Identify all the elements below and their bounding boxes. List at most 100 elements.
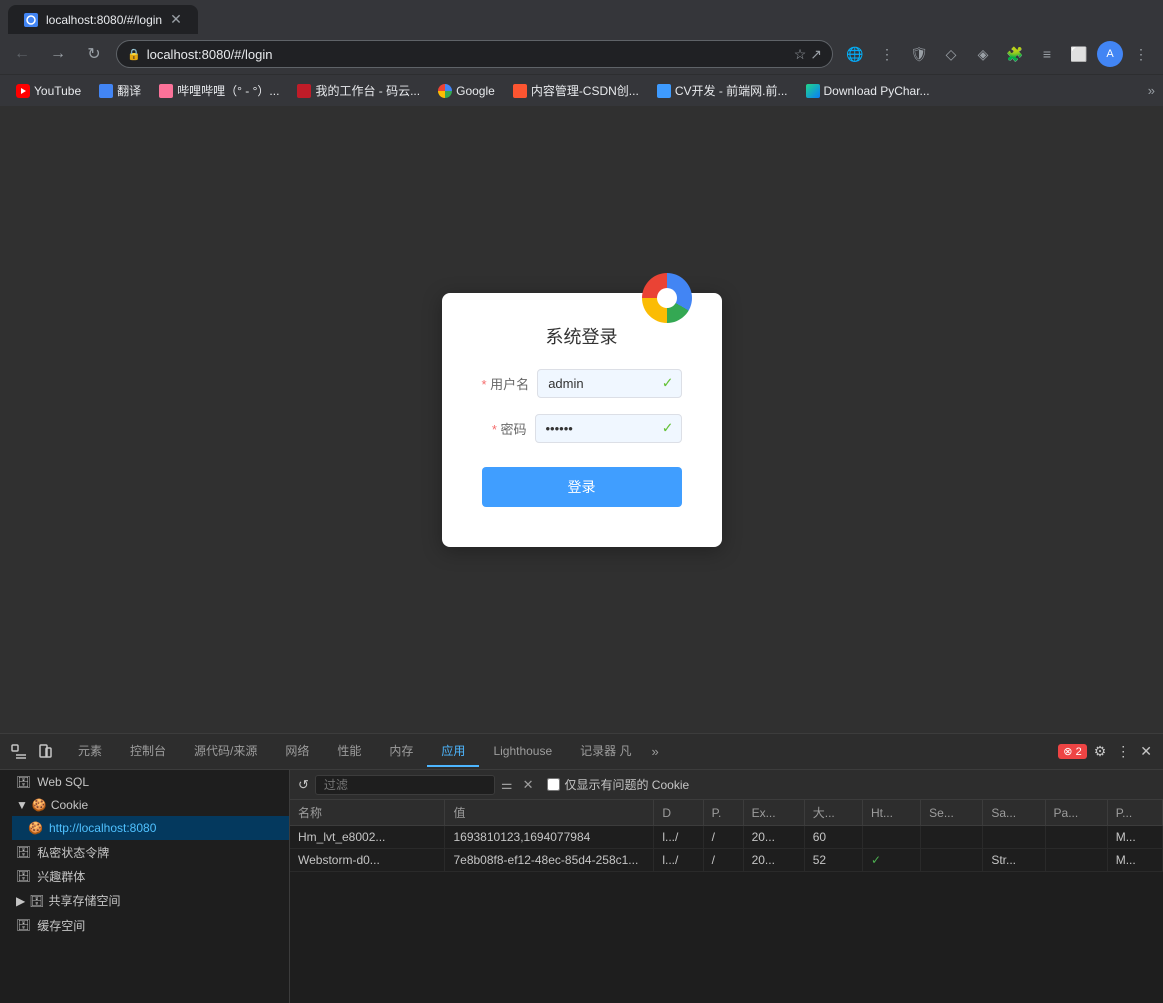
cache-icon: 🗄 [16,918,31,932]
shared-storage-icon: 🗄 [29,894,44,908]
dt-tab-performance[interactable]: 性能 [323,736,375,767]
show-issues-label[interactable]: 仅显示有问题的 Cookie [547,776,689,793]
col-size[interactable]: 大... [804,800,862,826]
dt-tab-elements[interactable]: 元素 [64,736,116,767]
login-logo [642,273,692,323]
dt-tab-network[interactable]: 网络 [271,736,323,767]
sidebar-item-cookie-parent[interactable]: ▼ 🍪 Cookie [0,794,289,816]
bookmark-star-btn[interactable]: ☆ [794,46,807,63]
col-path[interactable]: P. [703,800,743,826]
tab-close-btn[interactable]: ✕ [170,11,182,28]
cookie-filter-input[interactable] [315,775,495,795]
bookmark-bilibili[interactable]: 哔哩哔哩（° - °）... [151,79,287,102]
bookmark-fanyi[interactable]: 翻译 [91,79,149,102]
cookie-refresh-btn[interactable]: ↺ [298,777,309,793]
error-icon: ⊗ [1063,746,1072,758]
show-issues-checkbox[interactable] [547,778,560,791]
bookmark-google[interactable]: Google [430,81,503,101]
profile-avatar[interactable]: A [1097,41,1123,67]
cookie-expires-1: 20... [743,826,804,849]
col-partition[interactable]: Pa... [1045,800,1107,826]
cookie-path-1: / [703,826,743,849]
dt-close-btn[interactable]: ✕ [1137,740,1155,763]
sidebar-item-websql[interactable]: 🗄 Web SQL [0,770,289,794]
col-httponly[interactable]: Ht... [862,800,920,826]
dt-tab-console[interactable]: 控制台 [116,736,180,767]
dt-tab-lighthouse[interactable]: Lighthouse [479,738,566,766]
bookmark-work[interactable]: 我的工作台 - 码云... [289,79,428,102]
bookmark-pycharm[interactable]: Download PyChar... [798,81,938,101]
youtube-favicon [16,84,30,98]
dt-tab-application[interactable]: 应用 [427,736,479,767]
sidebar-item-secret-token[interactable]: 🗄 私密状态令牌 [0,840,289,864]
table-row[interactable]: Webstorm-d0... 7e8b08f8-ef12-48ec-85d4-2… [290,849,1163,872]
col-value[interactable]: 值 [445,800,654,826]
sidebar-item-interest-group[interactable]: 🗄 兴趣群体 [0,864,289,888]
websql-icon: 🗄 [16,775,31,789]
sidebar-item-cookie-localhost[interactable]: 🍪 http://localhost:8080 [12,816,289,840]
extension-btn-3[interactable]: 🛡 [905,40,933,68]
extension-btn-1[interactable]: 🌐 [841,40,869,68]
dt-tab-sources[interactable]: 源代码/来源 [180,736,271,767]
reload-button[interactable]: ↻ [80,40,108,68]
cookie-tree: 🍪 http://localhost:8080 [0,816,289,840]
extension-btn-2[interactable]: ⋮ [873,40,901,68]
csdn-favicon [513,84,527,98]
bookmark-cv[interactable]: CV开发 - 前端网.前... [649,79,796,102]
cookie-path-2: / [703,849,743,872]
devtools-device-btn[interactable] [34,741,56,763]
login-button[interactable]: 登录 [482,467,682,507]
col-samesite[interactable]: Sa... [983,800,1045,826]
col-domain[interactable]: D [654,800,703,826]
devtools-main-panel: ↺ ⚌ ✕ 仅显示有问题的 Cookie [290,770,1163,1003]
sidebar-item-cache[interactable]: 🗄 缓存空间 [0,913,289,937]
sidebar-item-websql-label: Web SQL [37,775,89,789]
nav-bar: ← → ↻ 🔒 localhost:8080/#/login ☆ ↗ 🌐 ⋮ 🛡… [0,34,1163,74]
dt-tab-memory[interactable]: 内存 [375,736,427,767]
dt-more-options-btn[interactable]: ⋮ [1113,740,1133,763]
col-expires[interactable]: Ex... [743,800,804,826]
cookie-value-1: 1693810123,1694077984 [445,826,654,849]
table-row[interactable]: Hm_lvt_e8002... 1693810123,1694077984 l.… [290,826,1163,849]
col-secure[interactable]: Se... [921,800,983,826]
col-name[interactable]: 名称 [290,800,445,826]
cookie-se-1 [921,826,983,849]
cookie-ht-1 [862,826,920,849]
col-priority[interactable]: P... [1107,800,1162,826]
browser-tab[interactable]: localhost:8080/#/login ✕ [8,5,198,34]
cookie-size-2: 52 [804,849,862,872]
address-bar[interactable]: 🔒 localhost:8080/#/login ☆ ↗ [116,40,833,68]
bookmark-work-label: 我的工作台 - 码云... [315,82,420,99]
required-mark: * [482,377,491,392]
extension-btn-5[interactable]: ◈ [969,40,997,68]
bookmarks-more-btn[interactable]: » [1148,83,1155,98]
username-input[interactable] [537,369,681,398]
dt-tab-more-btn[interactable]: » [646,738,665,765]
devtools-inspect-btn[interactable] [8,741,30,763]
extension-btn-7[interactable]: ≡ [1033,40,1061,68]
share-btn[interactable]: ↗ [810,46,822,63]
browser-frame: localhost:8080/#/login ✕ ← → ↻ 🔒 localho… [0,0,1163,1003]
cookie-pa-1 [1045,826,1107,849]
dt-settings-btn[interactable]: ⚙ [1091,740,1110,763]
sidebar-item-shared-storage[interactable]: ▶ 🗄 共享存储空间 [0,888,289,913]
bookmark-youtube[interactable]: YouTube [8,81,89,101]
bookmark-csdn[interactable]: 内容管理-CSDN创... [505,79,647,102]
cookie-clear-all-btn[interactable]: ✕ [519,777,538,793]
back-button[interactable]: ← [8,40,36,68]
cookie-name-1: Hm_lvt_e8002... [290,826,445,849]
dt-tab-recorder[interactable]: 记录器 凡 [566,736,645,767]
password-input[interactable] [535,414,682,443]
filter-icon-btn[interactable]: ⚌ [501,777,513,793]
extension-btn-4[interactable]: ◇ [937,40,965,68]
page-content: 系统登录 * 用户名 ✓ * 密码 [0,106,1163,733]
maximize-btn[interactable]: ⬜ [1065,40,1093,68]
dt-tab-lighthouse-label: Lighthouse [493,744,552,758]
menu-btn[interactable]: ⋮ [1127,40,1155,68]
login-card: 系统登录 * 用户名 ✓ * 密码 [442,293,722,547]
forward-button[interactable]: → [44,40,72,68]
extension-btn-6[interactable]: 🧩 [1001,40,1029,68]
cookie-domain-1: l.../ [654,826,703,849]
password-input-wrap: ✓ [535,414,682,443]
checkmark-icon: ✓ [871,853,881,867]
